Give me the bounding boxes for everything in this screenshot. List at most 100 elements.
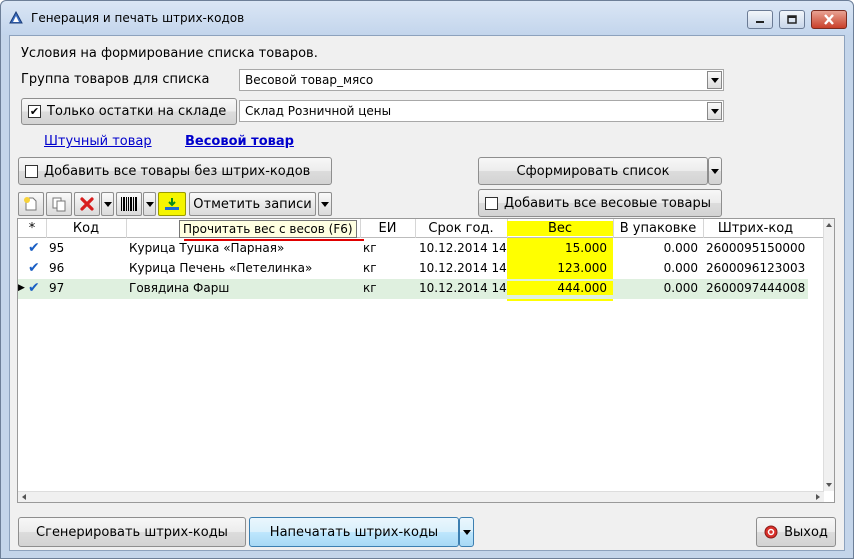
col-check[interactable]: * [18, 221, 46, 236]
add-all-without-barcodes-button[interactable]: Добавить все товары без штрих-кодов [18, 157, 332, 185]
mark-records-button[interactable]: Отметить записи [189, 192, 316, 216]
stock-only-checkbox[interactable]: ✔ [28, 105, 41, 118]
scale-icon [165, 198, 179, 210]
app-icon [9, 11, 23, 24]
chevron-down-icon [710, 108, 719, 114]
chevron-down-icon [145, 201, 154, 207]
row-name: Говядина Фарш [129, 281, 230, 295]
add-all-without-barcodes-label: Добавить все товары без штрих-кодов [44, 163, 311, 179]
col-unit[interactable]: ЕИ [360, 221, 415, 236]
row-in-pack: 0.000 [663, 281, 698, 295]
row-unit: кг [363, 281, 377, 295]
tooltip-underline [184, 239, 364, 241]
stock-only-label: Только остатки на складе [47, 104, 227, 119]
row-pointer-icon: ▶ [18, 283, 25, 293]
tab-weight-goods[interactable]: Весовой товар [185, 134, 294, 149]
exit-button[interactable]: Выход [756, 517, 836, 547]
row-in-pack: 0.000 [663, 261, 698, 275]
read-weight-button[interactable] [158, 192, 186, 216]
chevron-down-icon [462, 529, 471, 535]
add-all-weight-label: Добавить все весовые товары [504, 195, 711, 211]
title-bar[interactable]: Генерация и печать штрих-кодов [1, 1, 853, 35]
minimize-icon [756, 20, 764, 23]
barcode-button[interactable] [116, 192, 142, 216]
col-expiry[interactable]: Срок год. [415, 221, 507, 236]
generate-barcodes-label: Сгенерировать штрих-коды [36, 524, 228, 540]
add-all-weight-button[interactable]: Добавить все весовые товары [478, 189, 722, 217]
warehouse-select-arrow[interactable] [707, 102, 722, 120]
main-window: Генерация и печать штрих-кодов Условия н… [0, 0, 854, 559]
row-name: Курица Печень «Петелинка» [129, 261, 313, 275]
chevron-down-icon [710, 77, 719, 83]
scroll-left-icon[interactable] [22, 494, 26, 500]
row-barcode: 2600097444008 [706, 281, 806, 295]
vertical-scrollbar[interactable] [823, 219, 834, 491]
mark-records-dropdown[interactable] [318, 192, 332, 216]
barcode-dropdown[interactable] [143, 192, 156, 216]
table-header: * Код ЕИ Срок год. Вес В упаковке Штрих-… [18, 219, 824, 238]
row-code: 97 [49, 281, 65, 295]
copy-icon [52, 197, 66, 212]
table-row-selected[interactable]: ▶ ✔ 97 Говядина Фарш кг 10.12.2014 14 44… [18, 279, 808, 299]
scroll-right-icon[interactable] [816, 494, 820, 500]
row-weight[interactable]: 123.000 [507, 261, 607, 275]
delete-icon [80, 197, 94, 211]
form-list-button[interactable]: Сформировать список [478, 157, 708, 185]
table-row[interactable]: ✔ 96 Курица Печень «Петелинка» кг 10.12.… [18, 259, 808, 279]
mark-records-label: Отметить записи [193, 196, 312, 212]
read-weight-tooltip: Прочитать вес с весов (F6) [179, 220, 357, 238]
form-list-dropdown[interactable] [708, 157, 722, 185]
copy-record-button[interactable] [46, 192, 72, 216]
minimize-button[interactable] [747, 10, 773, 29]
row-weight[interactable]: 444.000 [507, 281, 613, 295]
col-weight[interactable]: Вес [507, 221, 613, 236]
tab-piece-goods[interactable]: Штучный товар [44, 134, 152, 149]
maximize-icon [787, 15, 797, 24]
print-barcodes-label: Напечатать штрих-коды [269, 524, 439, 540]
print-barcodes-dropdown[interactable] [459, 517, 474, 547]
row-unit: кг [363, 241, 377, 255]
delete-record-button[interactable] [74, 192, 100, 216]
close-button[interactable] [811, 10, 847, 29]
print-barcodes-button[interactable]: Напечатать штрих-коды [249, 517, 459, 547]
exit-label: Выход [784, 524, 828, 540]
row-check-icon[interactable]: ✔ [28, 260, 40, 276]
col-code[interactable]: Код [46, 221, 126, 236]
table-row[interactable]: ✔ 95 Курица Тушка «Парная» кг 10.12.2014… [18, 239, 808, 259]
new-document-icon [24, 197, 37, 211]
group-select-arrow[interactable] [707, 71, 722, 89]
group-select[interactable]: Весовой товар_мясо [239, 69, 724, 91]
warehouse-select[interactable]: Склад Розничной цены [239, 100, 724, 122]
col-barcode[interactable]: Штрих-код [703, 221, 808, 236]
row-in-pack: 0.000 [663, 241, 698, 255]
row-weight[interactable]: 15.000 [507, 241, 607, 255]
chevron-down-icon [103, 201, 112, 207]
new-record-button[interactable] [18, 192, 44, 216]
group-select-value: Весовой товар_мясо [245, 73, 374, 87]
col-in-pack[interactable]: В упаковке [613, 221, 703, 236]
row-code: 95 [49, 241, 65, 255]
row-check-icon[interactable]: ✔ [28, 240, 40, 256]
conditions-heading: Условия на формирование списка товаров. [21, 46, 318, 61]
maximize-button[interactable] [779, 10, 805, 29]
warehouse-select-value: Склад Розничной цены [245, 104, 392, 118]
chevron-down-icon [321, 201, 329, 207]
close-icon [824, 14, 834, 25]
goods-table[interactable]: * Код ЕИ Срок год. Вес В упаковке Штрих-… [17, 218, 835, 503]
row-code: 96 [49, 261, 65, 275]
row-expiry: 10.12.2014 14 [419, 261, 507, 275]
barcode-icon [121, 197, 137, 211]
stock-only-toggle[interactable]: ✔ Только остатки на складе [21, 98, 237, 125]
scroll-down-icon[interactable] [826, 483, 832, 487]
add-all-without-barcodes-checkbox[interactable] [25, 164, 38, 178]
scroll-up-icon[interactable] [826, 223, 832, 227]
delete-dropdown[interactable] [101, 192, 114, 216]
row-expiry: 10.12.2014 14 [419, 241, 507, 255]
row-check-icon[interactable]: ✔ [28, 280, 40, 296]
horizontal-scrollbar[interactable] [18, 491, 824, 502]
add-all-weight-checkbox[interactable] [485, 196, 498, 210]
exit-icon [764, 525, 778, 539]
generate-barcodes-button[interactable]: Сгенерировать штрих-коды [18, 517, 246, 547]
row-unit: кг [363, 261, 377, 275]
row-barcode: 2600096123003 [706, 261, 806, 275]
